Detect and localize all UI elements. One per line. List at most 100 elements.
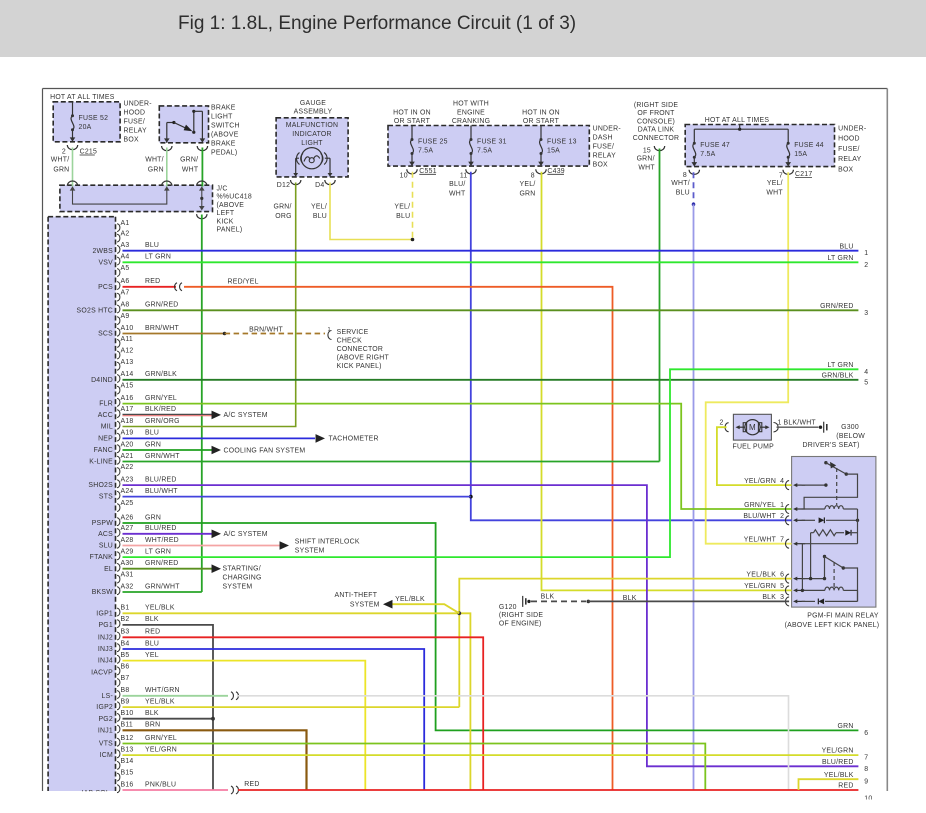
svg-text:A27: A27 [121, 525, 134, 532]
svg-text:LS-: LS- [102, 693, 113, 700]
svg-text:EL: EL [104, 566, 113, 573]
svg-text:PEDAL): PEDAL) [211, 150, 237, 157]
svg-text:INJ1: INJ1 [98, 727, 113, 734]
svg-text:3: 3 [780, 594, 784, 601]
svg-text:GRN: GRN [145, 514, 161, 521]
svg-text:GRN/: GRN/ [273, 204, 291, 211]
svg-text:6: 6 [864, 730, 868, 737]
svg-text:7: 7 [779, 173, 783, 180]
svg-text:B14: B14 [121, 758, 134, 765]
svg-text:GRN/YEL: GRN/YEL [145, 735, 177, 742]
svg-text:A7: A7 [121, 290, 130, 297]
svg-text:A5: A5 [121, 265, 130, 272]
svg-text:B1: B1 [121, 605, 130, 612]
svg-text:B3: B3 [121, 629, 130, 636]
svg-text:FANC: FANC [94, 447, 113, 454]
svg-text:3: 3 [864, 310, 868, 317]
svg-text:B5: B5 [121, 652, 130, 659]
svg-text:B12: B12 [121, 735, 134, 742]
svg-text:YEL/BLK: YEL/BLK [395, 596, 425, 603]
svg-text:RELAY: RELAY [124, 128, 147, 135]
svg-text:SCS: SCS [98, 331, 113, 338]
svg-text:15A: 15A [547, 148, 560, 155]
svg-text:BOX: BOX [124, 137, 139, 144]
svg-text:7.5A: 7.5A [418, 148, 433, 155]
svg-text:8: 8 [864, 766, 868, 773]
svg-text:B11: B11 [121, 722, 134, 729]
svg-text:IGP1: IGP1 [96, 610, 113, 617]
svg-text:PCS: PCS [98, 284, 113, 291]
svg-text:INJ2: INJ2 [98, 634, 113, 641]
svg-text:GRN/YEL: GRN/YEL [744, 502, 776, 509]
svg-text:BLK: BLK [145, 616, 159, 623]
svg-text:RED: RED [145, 278, 160, 285]
svg-text:DASH: DASH [593, 135, 613, 142]
svg-text:A18: A18 [121, 418, 134, 425]
svg-text:A9: A9 [121, 313, 130, 320]
svg-text:ENGINE: ENGINE [457, 110, 485, 117]
svg-text:CONNECTOR: CONNECTOR [337, 346, 384, 353]
svg-text:(BELOW: (BELOW [836, 433, 865, 440]
svg-text:BRN: BRN [145, 722, 160, 729]
svg-text:LEFT: LEFT [217, 210, 235, 217]
svg-text:VSV: VSV [98, 259, 113, 266]
svg-text:PG1: PG1 [98, 622, 113, 629]
svg-text:7: 7 [780, 537, 784, 544]
svg-text:1: 1 [778, 420, 782, 427]
svg-text:4: 4 [864, 369, 868, 376]
svg-text:(ABOVE: (ABOVE [217, 202, 245, 209]
svg-text:2WBS: 2WBS [92, 248, 113, 255]
svg-text:15: 15 [643, 148, 651, 155]
svg-text:LT GRN: LT GRN [145, 548, 171, 555]
svg-text:UNDER-: UNDER- [838, 126, 866, 133]
svg-text:7.5A: 7.5A [477, 148, 492, 155]
svg-text:GRN/RED: GRN/RED [145, 560, 179, 567]
svg-text:UNDER-: UNDER- [593, 126, 621, 133]
svg-text:B2: B2 [121, 616, 130, 623]
svg-text:BLU: BLU [145, 430, 159, 437]
svg-text:COOLING FAN SYSTEM: COOLING FAN SYSTEM [224, 447, 306, 454]
svg-text:YEL/BLK: YEL/BLK [746, 571, 776, 578]
svg-text:BRN/WHT: BRN/WHT [249, 326, 283, 333]
svg-text:G120: G120 [499, 604, 517, 611]
svg-text:YEL/BLK: YEL/BLK [145, 698, 175, 705]
svg-text:GRN/YEL: GRN/YEL [145, 395, 177, 402]
svg-text:FUSE/: FUSE/ [124, 119, 146, 126]
svg-text:GRN/BLK: GRN/BLK [145, 371, 177, 378]
svg-text:RELAY: RELAY [838, 156, 861, 163]
svg-text:WHT: WHT [449, 191, 466, 198]
svg-text:YEL/BLK: YEL/BLK [824, 772, 854, 779]
svg-text:5: 5 [864, 379, 868, 386]
svg-text:A20: A20 [121, 441, 134, 448]
svg-text:HOOD: HOOD [838, 136, 860, 143]
svg-text:BOX: BOX [593, 162, 608, 169]
svg-text:A24: A24 [121, 488, 134, 495]
svg-text:MIL: MIL [101, 424, 113, 431]
svg-text:A16: A16 [121, 395, 134, 402]
svg-text:BLU/RED: BLU/RED [145, 525, 177, 532]
svg-text:A/C SYSTEM: A/C SYSTEM [224, 412, 268, 419]
svg-text:ACC: ACC [98, 412, 113, 419]
svg-text:BOX: BOX [838, 166, 853, 173]
svg-text:2: 2 [62, 149, 66, 156]
svg-text:(RIGHT SIDE: (RIGHT SIDE [499, 612, 544, 619]
svg-text:A12: A12 [121, 348, 134, 355]
svg-text:C439: C439 [547, 168, 564, 175]
svg-text:WHT/: WHT/ [671, 180, 690, 187]
svg-text:FUSE/: FUSE/ [838, 146, 860, 153]
svg-text:GRN: GRN [148, 167, 164, 174]
svg-text:SYSTEM: SYSTEM [295, 547, 325, 554]
svg-text:LT GRN: LT GRN [145, 254, 171, 261]
svg-text:WHT: WHT [638, 165, 655, 172]
svg-text:WHT: WHT [766, 190, 783, 197]
svg-text:HOT IN ON: HOT IN ON [393, 110, 431, 117]
svg-text:A14: A14 [121, 371, 134, 378]
svg-text:LT GRN: LT GRN [827, 255, 853, 262]
svg-text:UNDER-: UNDER- [124, 101, 152, 108]
svg-text:10: 10 [400, 173, 408, 180]
svg-text:A/C SYSTEM: A/C SYSTEM [224, 531, 268, 538]
svg-text:FUSE/: FUSE/ [593, 144, 615, 151]
svg-text:GAUGE: GAUGE [300, 100, 326, 107]
svg-text:A29: A29 [121, 548, 134, 555]
svg-text:G300: G300 [841, 424, 859, 431]
